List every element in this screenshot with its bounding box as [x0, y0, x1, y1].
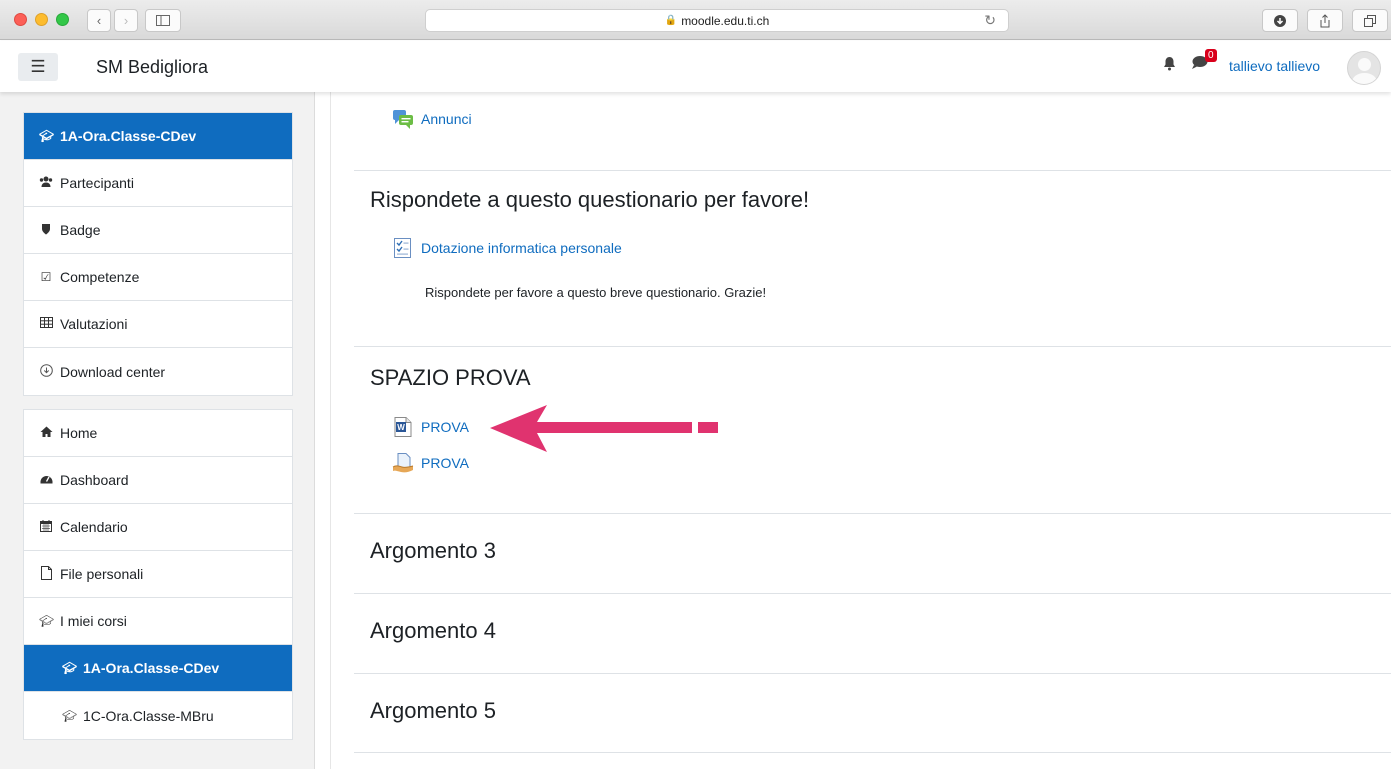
- sidebar-item-course-1a-current[interactable]: 🎓︎ 1A-Ora.Classe-CDev: [24, 645, 292, 692]
- sidebar-item-label: Competenze: [60, 269, 140, 285]
- downloads-button[interactable]: [1262, 9, 1298, 32]
- sidebar-item-label: 1A-Ora.Classe-CDev: [83, 660, 220, 676]
- sidebar-item-file-personali[interactable]: File personali: [24, 551, 292, 598]
- message-count-badge: 0: [1205, 49, 1217, 62]
- sidebar-item-i-miei-corsi[interactable]: 🎓︎ I miei corsi: [24, 598, 292, 645]
- sidebar-icon: [156, 15, 170, 26]
- download-icon: [1274, 14, 1286, 27]
- sidebar-item-course-1a[interactable]: 🎓︎ 1A-Ora.Classe-CDev: [24, 113, 292, 160]
- activity-name: Dotazione informatica personale: [421, 240, 622, 256]
- bell-icon[interactable]: [1163, 56, 1176, 76]
- table-icon: [39, 317, 53, 331]
- sidebar-item-label: Home: [60, 425, 98, 441]
- section-argomento-3: Argomento 3: [354, 514, 1391, 594]
- browser-toolbar: ‹ › 🔒 moodle.edu.ti.ch ↻: [0, 0, 1391, 40]
- share-button[interactable]: [1307, 9, 1343, 32]
- sidebar-item-badge[interactable]: Badge: [24, 207, 292, 254]
- sidebar-item-label: 1A-Ora.Classe-CDev: [60, 128, 197, 144]
- activity-name: PROVA: [421, 455, 469, 471]
- address-bar[interactable]: 🔒 moodle.edu.ti.ch ↻: [425, 9, 1009, 32]
- sidebar-item-label: Partecipanti: [60, 175, 134, 191]
- chevron-right-icon: ›: [123, 13, 129, 28]
- sidebar-item-valutazioni[interactable]: Valutazioni: [24, 301, 292, 348]
- annotation-arrow-icon: [490, 405, 718, 452]
- drawer-toggle-button[interactable]: ☰: [18, 53, 58, 81]
- word-document-icon: W: [394, 417, 412, 437]
- graduation-cap-icon: 🎓︎: [39, 129, 55, 143]
- sidebar-item-competenze[interactable]: ☑ Competenze: [24, 254, 292, 301]
- calendar-icon: [39, 519, 53, 535]
- forum-icon: [393, 110, 413, 129]
- sidebar-item-label: I miei corsi: [60, 613, 127, 629]
- moodle-navbar: ☰ SM Bedigliora 0 tallievo tallievo: [0, 41, 1391, 92]
- dashboard-icon: [39, 473, 53, 487]
- forward-button[interactable]: ›: [114, 9, 138, 32]
- sidebar-item-label: Valutazioni: [60, 316, 128, 332]
- user-menu-name[interactable]: tallievo tallievo: [1229, 58, 1320, 74]
- avatar[interactable]: [1347, 51, 1381, 85]
- sidebar-item-label: Badge: [60, 222, 101, 238]
- section-title: Argomento 4: [370, 618, 496, 643]
- url-text: moodle.edu.ti.ch: [681, 13, 770, 28]
- shield-icon: [39, 223, 53, 238]
- home-icon: [39, 426, 53, 440]
- chevron-left-icon: ‹: [96, 13, 102, 28]
- activity-name: Annunci: [421, 111, 472, 127]
- sidebar-item-download-center[interactable]: Download center: [24, 348, 292, 395]
- minimize-window-button[interactable]: [35, 13, 48, 26]
- sidebar-item-partecipanti[interactable]: Partecipanti: [24, 160, 292, 207]
- users-icon: [39, 176, 53, 190]
- file-upload-icon: [392, 453, 414, 473]
- section-title: Argomento 3: [370, 538, 496, 563]
- tabs-overview-button[interactable]: [1352, 9, 1388, 32]
- course-nav-group: 🎓︎ 1A-Ora.Classe-CDev Partecipanti Badge…: [23, 112, 293, 396]
- section-title: Rispondete a questo questionario per fav…: [370, 187, 810, 212]
- graduation-cap-icon: 🎓︎: [62, 661, 78, 675]
- file-icon: [39, 565, 53, 583]
- reload-icon[interactable]: ↻: [984, 12, 996, 29]
- sidebar-item-course-1c[interactable]: 🎓︎ 1C-Ora.Classe-MBru: [24, 692, 292, 739]
- share-icon: [1320, 13, 1330, 27]
- close-window-button[interactable]: [14, 13, 27, 26]
- graduation-cap-icon: 🎓︎: [39, 614, 55, 628]
- activity-forum-annunci[interactable]: Annunci: [392, 108, 472, 130]
- activity-file-prova[interactable]: PROVA: [392, 452, 469, 474]
- svg-text:W: W: [397, 423, 405, 432]
- zoom-window-button[interactable]: [56, 13, 69, 26]
- site-name[interactable]: SM Bedigliora: [96, 57, 208, 78]
- section-title: Argomento 5: [370, 698, 496, 723]
- site-nav-group: Home Dashboard Calendario File personali…: [23, 409, 293, 740]
- sidebar-item-label: Download center: [60, 363, 166, 380]
- sidebar-item-home[interactable]: Home: [24, 410, 292, 457]
- drawer-divider: [314, 92, 315, 769]
- questionnaire-icon: [394, 238, 411, 258]
- activity-description: Rispondete per favore a questo breve que…: [425, 285, 767, 300]
- activity-assignment-prova[interactable]: W PROVA: [392, 416, 469, 438]
- section-argomento-4: Argomento 4: [354, 594, 1391, 674]
- back-button[interactable]: ‹: [87, 9, 111, 32]
- hamburger-icon: ☰: [30, 57, 46, 76]
- lock-icon: 🔒: [664, 15, 678, 26]
- sidebar-item-label: 1C-Ora.Classe-MBru: [83, 707, 214, 724]
- sidebar-item-label: File personali: [60, 566, 144, 582]
- sidebar-item-label: Calendario: [60, 519, 128, 535]
- section-argomento-5: Argomento 5: [354, 674, 1391, 753]
- graduation-cap-icon: 🎓︎: [62, 708, 78, 723]
- check-square-icon: ☑: [40, 270, 52, 284]
- activity-questionnaire[interactable]: Dotazione informatica personale: [392, 237, 622, 259]
- section-title: SPAZIO PROVA: [370, 365, 531, 390]
- sidebar-toggle-button[interactable]: [145, 9, 181, 32]
- sidebar-item-dashboard[interactable]: Dashboard: [24, 457, 292, 504]
- activity-name: PROVA: [421, 419, 469, 435]
- section-questionario: Rispondete a questo questionario per fav…: [354, 171, 1391, 347]
- section-general: Annunci: [354, 92, 1391, 171]
- sidebar-item-calendario[interactable]: Calendario: [24, 504, 292, 551]
- sidebar-item-label: Dashboard: [60, 472, 129, 488]
- download-icon: [39, 363, 53, 380]
- tabs-icon: [1364, 14, 1376, 27]
